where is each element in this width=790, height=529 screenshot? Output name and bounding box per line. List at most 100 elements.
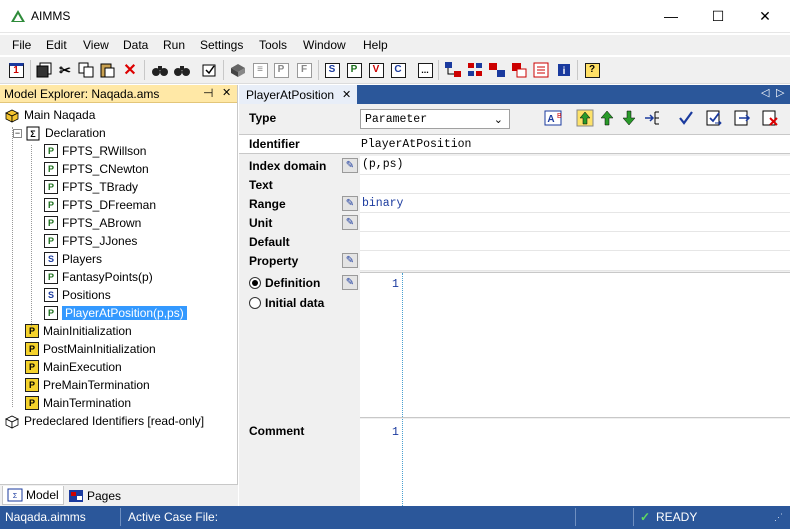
tree-item[interactable]: P FPTS_JJones [44, 232, 137, 250]
new-parameter-button[interactable]: P [344, 60, 364, 80]
tree-item[interactable]: P FPTS_CNewton [44, 160, 149, 178]
new-page-icon[interactable]: 1 [6, 60, 26, 80]
close-tab-icon[interactable]: ✕ [342, 88, 351, 101]
tree-item[interactable]: P PostMainInitialization [25, 340, 156, 358]
menu-help[interactable]: Help [363, 38, 388, 52]
tree-item[interactable]: P PreMainTermination [25, 376, 150, 394]
menu-tools[interactable]: Tools [259, 38, 287, 52]
more-button[interactable]: ... [415, 60, 435, 80]
attribute-wizard-icon[interactable]: AB [544, 109, 562, 130]
minimize-button[interactable]: — [648, 0, 694, 32]
tree-item[interactable]: P MainTermination [25, 394, 131, 412]
tree-item[interactable]: P MainExecution [25, 358, 122, 376]
initial-data-radio[interactable]: Initial data [249, 296, 324, 310]
menu-builder-icon[interactable] [531, 60, 551, 80]
maximize-button[interactable]: ☐ [695, 0, 741, 32]
menu-file[interactable]: File [12, 38, 31, 52]
tree-item[interactable]: − Σ Declaration [13, 124, 106, 142]
toolbar: 1 ✂ ✕ ≡ P F S P V C ... i ? [0, 57, 790, 84]
page-manager-icon[interactable]: ≡ [250, 60, 270, 80]
new-constraint-button[interactable]: C [388, 60, 408, 80]
type-dropdown[interactable]: Parameter ⌄ [360, 109, 510, 129]
tab-playeratposition[interactable]: PlayerAtPosition ✕ [239, 85, 357, 104]
menu-window[interactable]: Window [303, 38, 346, 52]
index-domain-wizard-icon[interactable]: ✎ [342, 158, 358, 173]
definition-radio[interactable]: Definition [249, 276, 320, 290]
text-field[interactable] [360, 175, 790, 194]
data-manager-icon[interactable]: i [554, 60, 574, 80]
data-page-icon[interactable] [228, 60, 248, 80]
commit-and-close-icon[interactable] [705, 109, 723, 130]
menu-run[interactable]: Run [163, 38, 185, 52]
range-field[interactable]: binary [360, 194, 790, 213]
tree-item[interactable]: P FPTS_DFreeman [44, 196, 156, 214]
chevron-down-icon: ⌄ [493, 112, 503, 126]
tab-pages[interactable]: Pages [64, 486, 125, 505]
default-field[interactable] [360, 232, 790, 251]
model-tree-icon[interactable] [443, 60, 463, 80]
comment-editor[interactable]: 1 [360, 419, 790, 506]
find-next-icon[interactable] [172, 60, 192, 80]
arrow-up-icon[interactable] [598, 109, 616, 130]
move-up-icon[interactable] [576, 109, 594, 130]
template-tree-icon[interactable] [509, 60, 529, 80]
scroll-tabs-left-icon[interactable]: ◁ [761, 86, 769, 99]
check-commit-icon[interactable] [677, 109, 695, 130]
tree-item[interactable]: S Players [44, 250, 102, 268]
arrow-down-icon[interactable] [620, 109, 638, 130]
collapse-toggle-icon[interactable]: − [13, 128, 22, 138]
unit-wizard-icon[interactable]: ✎ [342, 215, 358, 230]
model-tab-icon: Σ [7, 488, 23, 502]
tree-item[interactable]: S Positions [44, 286, 111, 304]
constraint-letter: C [390, 62, 406, 78]
new-set-button[interactable]: S [322, 60, 342, 80]
paste-icon[interactable] [97, 60, 117, 80]
tree-item[interactable]: Predeclared Identifiers [read-only] [4, 412, 204, 430]
range-wizard-icon[interactable]: ✎ [342, 196, 358, 211]
tree-item-label: PlayerAtPosition(p,ps) [62, 306, 187, 320]
help-button[interactable]: ? [582, 60, 602, 80]
tree-item[interactable]: P FPTS_ABrown [44, 214, 141, 232]
page-tree-icon[interactable] [487, 60, 507, 80]
property-wizard-icon[interactable]: ✎ [342, 253, 358, 268]
new-variable-button[interactable]: V [366, 60, 386, 80]
tree-item[interactable]: P FPTS_TBrady [44, 178, 138, 196]
tree-item[interactable]: P FPTS_RWillson [44, 142, 146, 160]
menu-data[interactable]: Data [123, 38, 148, 52]
find-icon[interactable] [150, 60, 170, 80]
copy-icon[interactable] [76, 60, 96, 80]
tree-connector-line [12, 127, 13, 407]
unit-field[interactable] [360, 213, 790, 232]
property-field[interactable] [360, 251, 790, 271]
save-all-icon[interactable] [34, 60, 54, 80]
scroll-tabs-right-icon[interactable]: ▷ [776, 86, 784, 99]
close-explorer-button[interactable]: ✕ [222, 86, 231, 99]
function-icon[interactable]: F [294, 60, 314, 80]
template-icon[interactable]: P [271, 60, 291, 80]
window-title: AIMMS [31, 9, 71, 23]
pin-icon[interactable]: ⊣ [203, 86, 213, 100]
menu-edit[interactable]: Edit [46, 38, 67, 52]
tree-item[interactable]: P PlayerAtPosition(p,ps) [44, 304, 187, 322]
tree-item[interactable]: P MainInitialization [25, 322, 132, 340]
check-syntax-icon[interactable] [199, 60, 219, 80]
tree-item-label: FPTS_JJones [62, 234, 138, 248]
delete-icon[interactable]: ✕ [120, 60, 140, 80]
resize-grip-icon[interactable]: ⋰ [774, 512, 783, 523]
menu-view[interactable]: View [83, 38, 109, 52]
identifier-selector-icon[interactable] [465, 60, 485, 80]
close-window-button[interactable]: ✕ [742, 0, 788, 32]
tab-model[interactable]: Σ Model [2, 486, 64, 505]
insert-icon[interactable] [643, 109, 661, 130]
tree-item[interactable]: Main Naqada [4, 106, 95, 124]
tree-item[interactable]: P FantasyPoints(p) [44, 268, 153, 286]
menu-settings[interactable]: Settings [200, 38, 243, 52]
discard-changes-icon[interactable] [761, 109, 779, 130]
definition-editor[interactable]: 1 [360, 272, 790, 418]
identifier-value[interactable]: PlayerAtPosition [361, 138, 471, 151]
cut-icon[interactable]: ✂ [55, 60, 75, 80]
definition-wizard-icon[interactable]: ✎ [342, 275, 358, 290]
index-domain-field[interactable]: (p,ps) [360, 156, 790, 175]
text-label: Text [249, 178, 273, 192]
close-form-icon[interactable] [733, 109, 751, 130]
